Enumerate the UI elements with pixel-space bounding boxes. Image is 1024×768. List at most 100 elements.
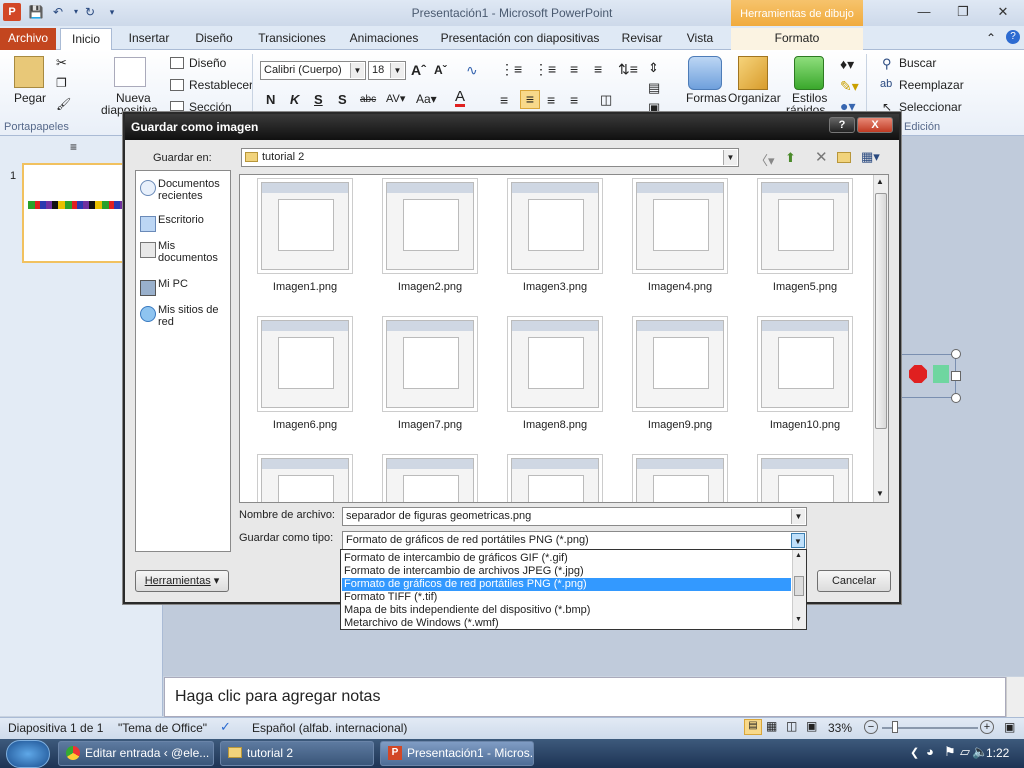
network-icon[interactable]: ◕ bbox=[926, 744, 934, 759]
up-folder-icon[interactable]: ⬆ bbox=[785, 150, 796, 166]
file-thumbnail[interactable] bbox=[507, 178, 603, 274]
selected-shape-group[interactable] bbox=[900, 354, 956, 398]
fit-slide-icon[interactable]: ▣ bbox=[1004, 720, 1015, 734]
views-icon[interactable]: ▦▾ bbox=[861, 149, 880, 165]
format-painter-icon[interactable]: 🖌 bbox=[56, 97, 71, 111]
arrange-button[interactable]: Organizar bbox=[728, 91, 781, 105]
align-center-icon[interactable]: ≡ bbox=[520, 90, 540, 109]
italic-icon[interactable]: K bbox=[290, 92, 299, 107]
shape-fill-icon[interactable]: ♦▾ bbox=[840, 56, 854, 73]
file-thumbnail[interactable] bbox=[757, 178, 853, 274]
signal-icon[interactable]: ▱ bbox=[960, 744, 970, 760]
file-type-option-bmp[interactable]: Mapa de bits independiente del dispositi… bbox=[342, 604, 791, 617]
char-spacing-icon[interactable]: AV▾ bbox=[386, 92, 405, 105]
align-right-icon[interactable]: ≡ bbox=[547, 92, 555, 108]
tab-review[interactable]: Revisar bbox=[614, 28, 670, 50]
place-my-computer[interactable]: Mi PC bbox=[138, 278, 230, 296]
bold-icon[interactable]: N bbox=[266, 92, 275, 107]
bullets-icon[interactable]: ⋮≡ bbox=[500, 61, 522, 78]
zoom-out-icon[interactable]: − bbox=[864, 720, 878, 734]
file-thumbnail-partial[interactable] bbox=[757, 454, 853, 502]
replace-icon[interactable]: ab bbox=[880, 78, 892, 90]
tab-home[interactable]: Inicio bbox=[60, 28, 112, 50]
save-in-select[interactable]: tutorial 2 ▼ bbox=[241, 148, 739, 167]
zoom-level[interactable]: 33% bbox=[828, 721, 852, 735]
file-name[interactable]: Imagen9.png bbox=[620, 419, 740, 431]
tab-slideshow[interactable]: Presentación con diapositivas bbox=[436, 28, 604, 50]
file-thumbnail[interactable] bbox=[382, 316, 478, 412]
file-list-scrollbar[interactable]: ▲ ▼ bbox=[873, 175, 888, 502]
arrange-icon[interactable] bbox=[738, 56, 768, 90]
file-thumbnail[interactable] bbox=[382, 178, 478, 274]
file-type-option-wmf[interactable]: Metarchivo de Windows (*.wmf) bbox=[342, 617, 791, 630]
resize-handle[interactable] bbox=[951, 393, 961, 403]
place-network[interactable]: Mis sitios de red bbox=[138, 304, 230, 330]
scroll-down-icon[interactable]: ▼ bbox=[795, 616, 802, 623]
paste-label[interactable]: Pegar bbox=[14, 91, 46, 105]
file-type-option-png[interactable]: Formato de gráficos de red portátiles PN… bbox=[342, 578, 791, 591]
flag-icon[interactable]: ⚑ bbox=[944, 744, 956, 760]
section-icon[interactable] bbox=[170, 101, 184, 111]
shrink-font-icon[interactable]: Aˇ bbox=[434, 63, 447, 77]
scroll-up-icon[interactable]: ▲ bbox=[795, 552, 802, 559]
scroll-up-icon[interactable]: ▲ bbox=[876, 177, 884, 186]
taskbar-item-powerpoint[interactable]: Presentación1 - Micros... bbox=[380, 741, 534, 766]
zoom-in-icon[interactable]: + bbox=[980, 720, 994, 734]
font-name-select[interactable]: Calibri (Cuerpo) ▼ bbox=[260, 61, 366, 80]
file-name[interactable]: Imagen2.png bbox=[370, 281, 490, 293]
help-icon[interactable]: ? bbox=[1006, 30, 1020, 44]
language-label[interactable]: Español (alfab. internacional) bbox=[252, 721, 407, 735]
start-button-icon[interactable] bbox=[6, 740, 50, 768]
dialog-help-button[interactable]: ? bbox=[829, 117, 855, 133]
resize-handle[interactable] bbox=[951, 349, 961, 359]
place-desktop[interactable]: Escritorio bbox=[138, 214, 230, 232]
justify-icon[interactable]: ≡ bbox=[570, 92, 578, 108]
decrease-indent-icon[interactable]: ≡ bbox=[570, 61, 578, 77]
file-thumbnail-partial[interactable] bbox=[507, 454, 603, 502]
font-color-icon[interactable]: A bbox=[455, 89, 466, 107]
notes-scrollbar[interactable] bbox=[1006, 677, 1024, 717]
change-case-icon[interactable]: Aa▾ bbox=[416, 92, 437, 106]
file-thumbnail[interactable] bbox=[257, 316, 353, 412]
tab-file[interactable]: Archivo bbox=[0, 28, 56, 50]
paste-icon[interactable] bbox=[14, 56, 44, 88]
file-thumbnail[interactable] bbox=[257, 178, 353, 274]
file-name[interactable]: Imagen1.png bbox=[245, 281, 365, 293]
spellcheck-icon[interactable]: ✓ bbox=[220, 719, 231, 735]
tray-chevron-icon[interactable]: ❮ bbox=[910, 746, 919, 759]
columns-icon[interactable]: ◫ bbox=[600, 92, 612, 108]
reset-button[interactable]: Restablecer bbox=[189, 78, 253, 92]
align-text-icon[interactable]: ▤ bbox=[648, 80, 660, 96]
cut-icon[interactable]: ✂ bbox=[56, 55, 67, 71]
taskbar-item-browser[interactable]: Editar entrada ‹ @ele... bbox=[58, 741, 214, 766]
select-button[interactable]: Seleccionar bbox=[899, 100, 962, 114]
file-name[interactable]: Imagen5.png bbox=[745, 281, 865, 293]
tab-animations[interactable]: Animaciones bbox=[342, 28, 426, 50]
sorter-view-icon[interactable]: ▦ bbox=[766, 719, 777, 733]
replace-button[interactable]: Reemplazar bbox=[899, 78, 964, 92]
file-name[interactable]: Imagen10.png bbox=[745, 419, 865, 431]
underline-icon[interactable]: S bbox=[314, 92, 323, 107]
reset-icon[interactable] bbox=[170, 79, 184, 91]
shadow-icon[interactable]: S bbox=[338, 92, 347, 107]
file-name[interactable]: Imagen3.png bbox=[495, 281, 615, 293]
find-icon[interactable]: ⚲ bbox=[882, 56, 892, 72]
minimize-icon[interactable]: — bbox=[911, 3, 937, 21]
increase-indent-icon[interactable]: ≡ bbox=[594, 61, 602, 77]
tab-transitions[interactable]: Transiciones bbox=[252, 28, 332, 50]
file-thumbnail-partial[interactable] bbox=[632, 454, 728, 502]
tab-design[interactable]: Diseño bbox=[186, 28, 242, 50]
delete-icon[interactable]: ✕ bbox=[815, 148, 828, 166]
file-type-option-jpeg[interactable]: Formato de intercambio de archivos JPEG … bbox=[342, 565, 791, 578]
file-thumbnail[interactable] bbox=[757, 316, 853, 412]
copy-icon[interactable]: ❐ bbox=[56, 76, 67, 90]
cancel-button[interactable]: Cancelar bbox=[817, 570, 891, 592]
file-thumbnail-partial[interactable] bbox=[257, 454, 353, 502]
file-type-select[interactable]: Formato de gráficos de red portátiles PN… bbox=[342, 531, 807, 550]
tab-insert[interactable]: Insertar bbox=[122, 28, 176, 50]
shapes-button[interactable]: Formas bbox=[686, 91, 727, 105]
outline-tab-icon[interactable]: ≡ bbox=[70, 140, 77, 154]
new-slide-icon[interactable] bbox=[114, 57, 146, 87]
reading-view-icon[interactable]: ◫ bbox=[786, 719, 797, 733]
scroll-thumb[interactable] bbox=[794, 576, 804, 596]
